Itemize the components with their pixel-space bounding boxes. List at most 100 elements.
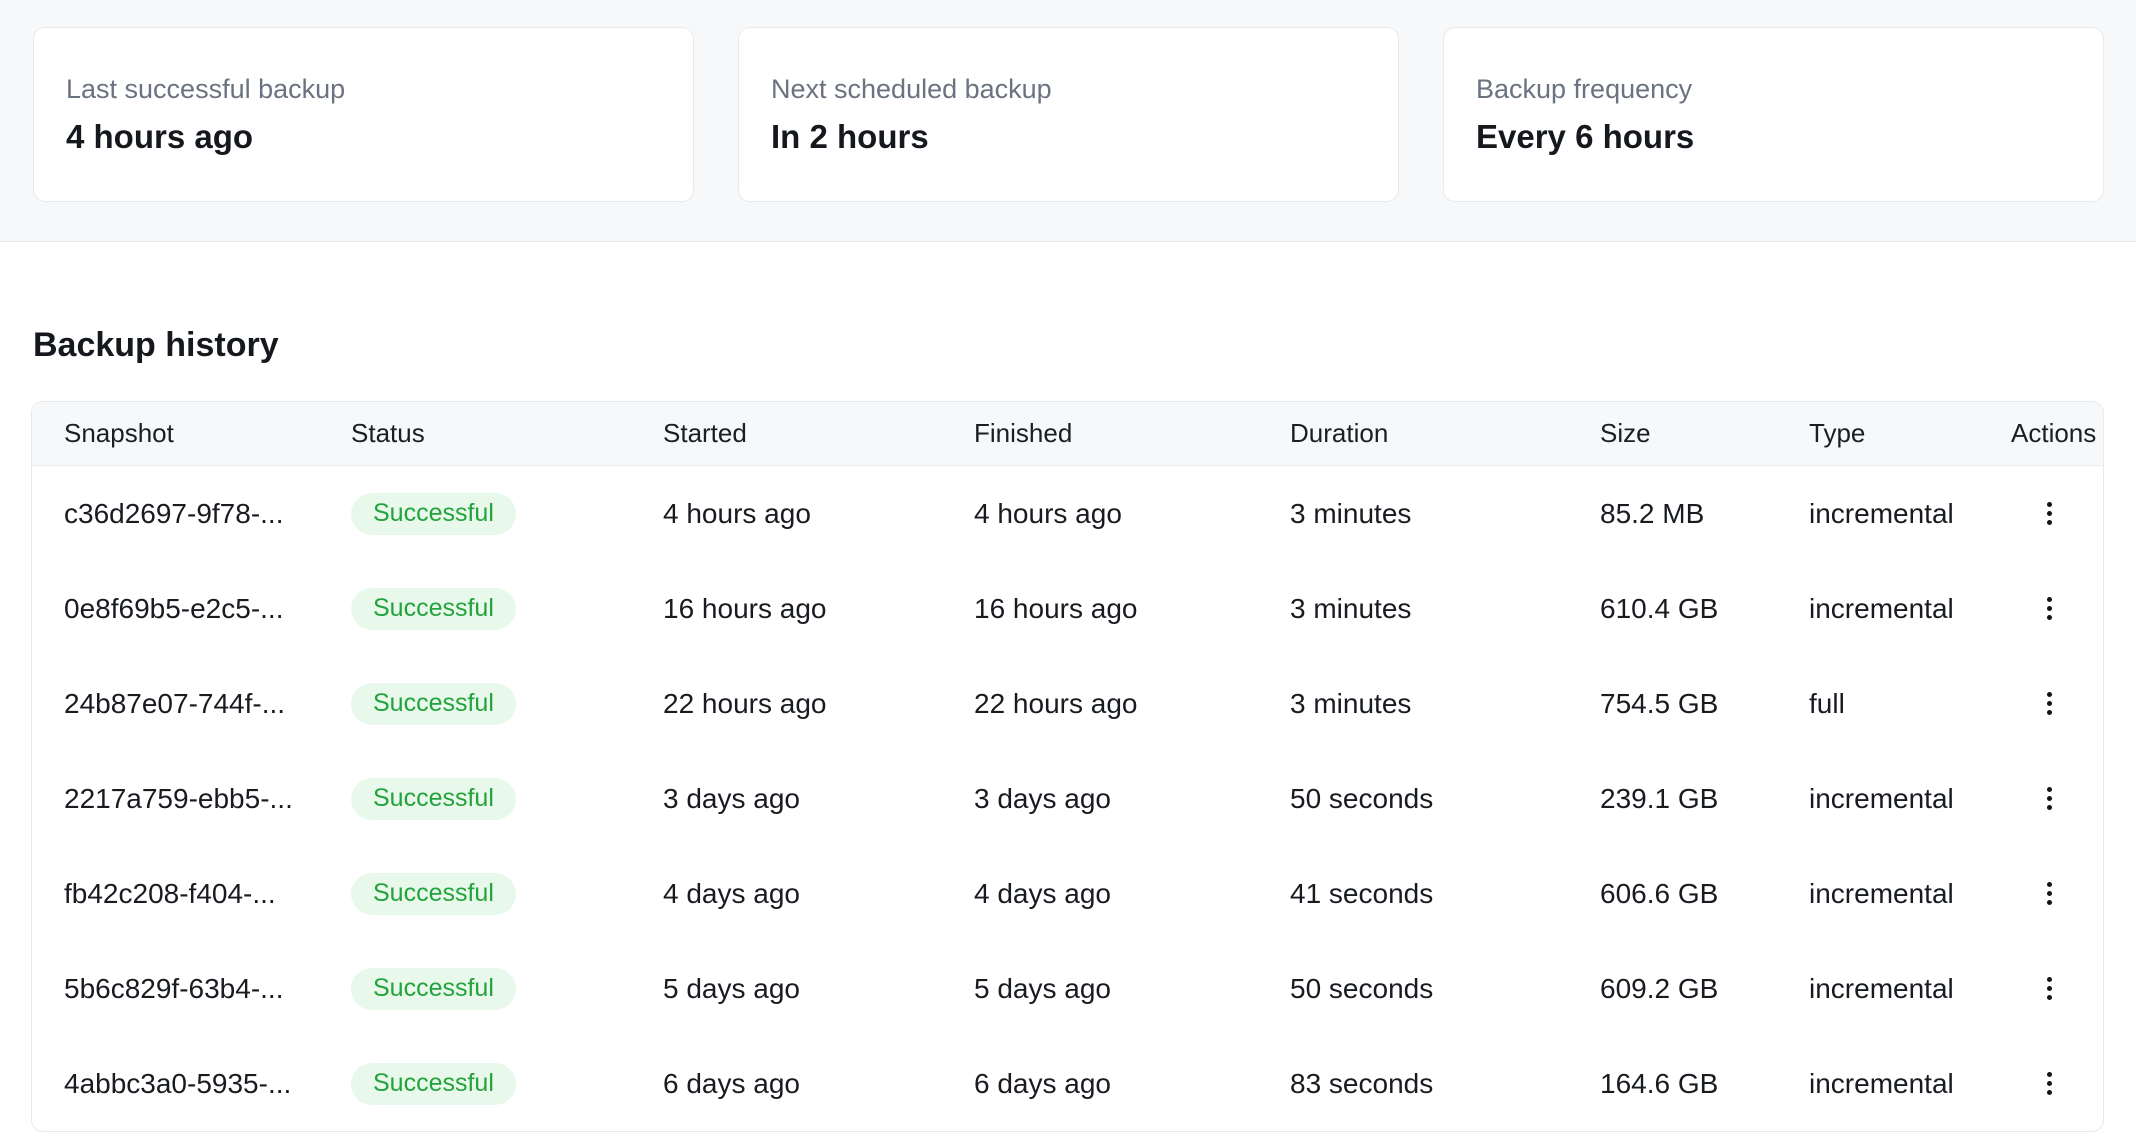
card-last-successful-backup: Last successful backup 4 hours ago	[33, 27, 694, 202]
snapshot-id: c36d2697-9f78-...	[64, 498, 351, 530]
page-title: Backup history	[33, 326, 2104, 365]
kebab-menu-icon	[2047, 787, 2052, 810]
started-cell: 16 hours ago	[663, 593, 974, 625]
started-cell: 3 days ago	[663, 783, 974, 815]
kebab-menu-icon	[2047, 977, 2052, 1000]
card-value: Every 6 hours	[1476, 118, 2103, 156]
table-header-row: Snapshot Status Started Finished Duratio…	[32, 402, 2103, 466]
row-actions-button[interactable]	[2037, 494, 2062, 533]
actions-cell	[2011, 589, 2087, 628]
started-cell: 5 days ago	[663, 973, 974, 1005]
finished-cell: 6 days ago	[974, 1068, 1290, 1100]
table-row: 4abbc3a0-5935-... Successful 6 days ago …	[32, 1036, 2103, 1131]
card-value: In 2 hours	[771, 118, 1398, 156]
duration-cell: 83 seconds	[1290, 1068, 1600, 1100]
main-content: Backup history Snapshot Status Started F…	[0, 326, 2136, 1132]
card-label: Last successful backup	[66, 74, 693, 105]
type-cell: incremental	[1809, 498, 2011, 530]
status-cell: Successful	[351, 778, 663, 820]
status-cell: Successful	[351, 588, 663, 630]
finished-cell: 4 days ago	[974, 878, 1290, 910]
type-cell: incremental	[1809, 1068, 2011, 1100]
snapshot-id: 24b87e07-744f-...	[64, 688, 351, 720]
size-cell: 610.4 GB	[1600, 593, 1809, 625]
row-actions-button[interactable]	[2037, 779, 2062, 818]
row-actions-button[interactable]	[2037, 874, 2062, 913]
type-cell: full	[1809, 688, 2011, 720]
status-badge: Successful	[351, 873, 516, 915]
actions-cell	[2011, 1064, 2087, 1103]
snapshot-id: 0e8f69b5-e2c5-...	[64, 593, 351, 625]
column-header-finished: Finished	[974, 418, 1290, 449]
duration-cell: 3 minutes	[1290, 593, 1600, 625]
column-header-actions: Actions	[2011, 418, 2096, 449]
status-cell: Successful	[351, 873, 663, 915]
status-cell: Successful	[351, 968, 663, 1010]
card-next-scheduled-backup: Next scheduled backup In 2 hours	[738, 27, 1399, 202]
status-badge: Successful	[351, 1063, 516, 1105]
table-row: 2217a759-ebb5-... Successful 3 days ago …	[32, 751, 2103, 846]
kebab-menu-icon	[2047, 882, 2052, 905]
table-row: 24b87e07-744f-... Successful 22 hours ag…	[32, 656, 2103, 751]
summary-cards-row: Last successful backup 4 hours ago Next …	[0, 0, 2136, 202]
started-cell: 4 days ago	[663, 878, 974, 910]
snapshot-id: 5b6c829f-63b4-...	[64, 973, 351, 1005]
card-label: Next scheduled backup	[771, 74, 1398, 105]
status-badge: Successful	[351, 683, 516, 725]
kebab-menu-icon	[2047, 1072, 2052, 1095]
started-cell: 6 days ago	[663, 1068, 974, 1100]
actions-cell	[2011, 494, 2087, 533]
column-header-snapshot: Snapshot	[64, 418, 351, 449]
card-backup-frequency: Backup frequency Every 6 hours	[1443, 27, 2104, 202]
card-value: 4 hours ago	[66, 118, 693, 156]
actions-cell	[2011, 874, 2087, 913]
table-row: fb42c208-f404-... Successful 4 days ago …	[32, 846, 2103, 941]
snapshot-id: fb42c208-f404-...	[64, 878, 351, 910]
status-badge: Successful	[351, 968, 516, 1010]
finished-cell: 5 days ago	[974, 973, 1290, 1005]
table-row: 5b6c829f-63b4-... Successful 5 days ago …	[32, 941, 2103, 1036]
duration-cell: 3 minutes	[1290, 498, 1600, 530]
column-header-type: Type	[1809, 418, 2011, 449]
size-cell: 164.6 GB	[1600, 1068, 1809, 1100]
size-cell: 85.2 MB	[1600, 498, 1809, 530]
actions-cell	[2011, 684, 2087, 723]
column-header-duration: Duration	[1290, 418, 1600, 449]
type-cell: incremental	[1809, 973, 2011, 1005]
row-actions-button[interactable]	[2037, 589, 2062, 628]
type-cell: incremental	[1809, 878, 2011, 910]
backup-history-table: Snapshot Status Started Finished Duratio…	[31, 401, 2104, 1132]
started-cell: 4 hours ago	[663, 498, 974, 530]
finished-cell: 3 days ago	[974, 783, 1290, 815]
actions-cell	[2011, 779, 2087, 818]
status-badge: Successful	[351, 588, 516, 630]
kebab-menu-icon	[2047, 692, 2052, 715]
snapshot-id: 4abbc3a0-5935-...	[64, 1068, 351, 1100]
card-label: Backup frequency	[1476, 74, 2103, 105]
size-cell: 606.6 GB	[1600, 878, 1809, 910]
size-cell: 754.5 GB	[1600, 688, 1809, 720]
column-header-status: Status	[351, 418, 663, 449]
kebab-menu-icon	[2047, 597, 2052, 620]
finished-cell: 4 hours ago	[974, 498, 1290, 530]
finished-cell: 16 hours ago	[974, 593, 1290, 625]
snapshot-id: 2217a759-ebb5-...	[64, 783, 351, 815]
size-cell: 609.2 GB	[1600, 973, 1809, 1005]
status-cell: Successful	[351, 493, 663, 535]
status-cell: Successful	[351, 683, 663, 725]
table-row: 0e8f69b5-e2c5-... Successful 16 hours ag…	[32, 561, 2103, 656]
duration-cell: 50 seconds	[1290, 973, 1600, 1005]
status-cell: Successful	[351, 1063, 663, 1105]
row-actions-button[interactable]	[2037, 1064, 2062, 1103]
duration-cell: 3 minutes	[1290, 688, 1600, 720]
type-cell: incremental	[1809, 783, 2011, 815]
row-actions-button[interactable]	[2037, 969, 2062, 1008]
status-badge: Successful	[351, 778, 516, 820]
row-actions-button[interactable]	[2037, 684, 2062, 723]
column-header-size: Size	[1600, 418, 1809, 449]
actions-cell	[2011, 969, 2087, 1008]
size-cell: 239.1 GB	[1600, 783, 1809, 815]
summary-strip: Last successful backup 4 hours ago Next …	[0, 0, 2136, 242]
type-cell: incremental	[1809, 593, 2011, 625]
started-cell: 22 hours ago	[663, 688, 974, 720]
